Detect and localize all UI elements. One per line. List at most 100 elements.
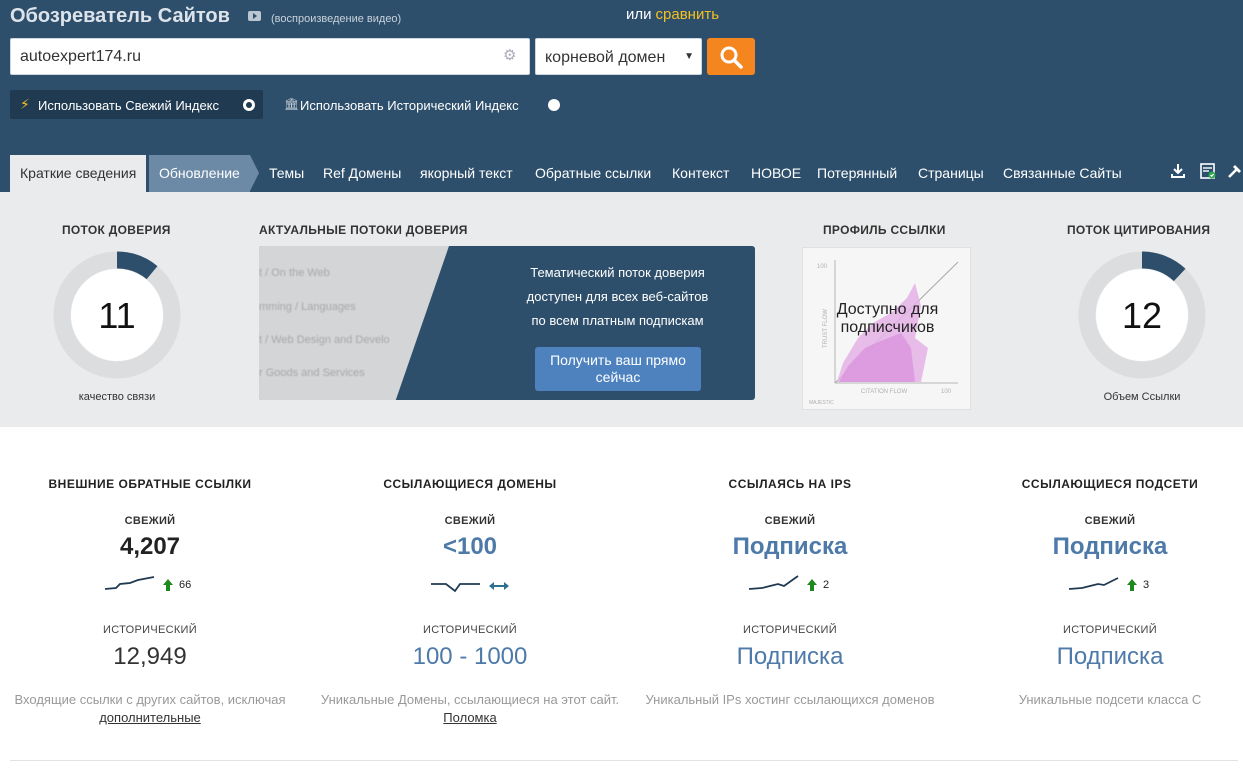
compare-link[interactable]: сравнить (656, 6, 720, 23)
lightning-icon: ⚡ (20, 96, 30, 112)
metric-referring-ips: ССЫЛАЯСЬ НА IPS СВЕЖИЙ Подписка 2 ИСТОРИ… (640, 427, 940, 747)
metric-description: Уникальные Домены, ссылающиеся на этот с… (320, 691, 620, 727)
metric-historic-value: 12,949 (113, 643, 187, 670)
metric-historic-value[interactable]: 100 - 1000 (320, 643, 620, 671)
bank-icon: 🏛 (284, 97, 300, 111)
link-profile-chart[interactable]: 100 100 CITATION FLOW TRUST FLOW MAJESTI… (802, 247, 971, 410)
topical-ghost-line: t / Web Design and Develo (259, 334, 390, 346)
historic-index-label[interactable]: Использовать Исторический Индекс (300, 98, 519, 113)
additional-link[interactable]: дополнительные (99, 710, 201, 725)
video-play-icon[interactable] (248, 11, 261, 21)
topical-ghost-line: mming / Languages (259, 301, 356, 313)
historic-index-option[interactable]: 🏛 Использовать Исторический Индекс (284, 90, 574, 119)
video-link[interactable]: (воспроизведение видео) (271, 13, 401, 25)
scope-select-value[interactable]: корневой домен (545, 49, 665, 67)
tab-lost[interactable]: Потерянный (817, 155, 897, 192)
arrow-up-icon (163, 579, 173, 591)
download-icon[interactable] (1169, 162, 1187, 180)
citation-flow-value: 12 (1121, 295, 1163, 336)
tab-context[interactable]: Контекст (672, 155, 729, 192)
sparkline-chart (104, 576, 155, 590)
metric-fresh-label: СВЕЖИЙ (1084, 515, 1136, 527)
topical-trust-box: t / On the Web mming / Languages t / Web… (259, 246, 755, 400)
metric-fresh-value[interactable]: <100 (320, 533, 620, 561)
arrow-both-icon (489, 582, 509, 590)
metric-title: ССЫЛАЯСЬ НА IPS (728, 477, 852, 491)
topical-message: Тематический поток доверия доступен для … (495, 261, 740, 333)
metric-backlinks: ВНЕШНИЕ ОБРАТНЫЕ ССЫЛКИ СВЕЖИЙ 4,207 66 … (0, 427, 300, 747)
summary-band: ПОТОК ДОВЕРИЯ 11 качество связи АКТУАЛЬН… (0, 192, 1243, 427)
metric-subnets: ССЫЛАЮЩИЕСЯ ПОДСЕТИ СВЕЖИЙ Подписка 3 ИС… (960, 427, 1243, 747)
citation-flow-caption: Объем Ссылки (1103, 391, 1181, 403)
tab-pages[interactable]: Страницы (918, 155, 984, 192)
sparkline-chart (431, 583, 480, 593)
metric-historic-label: ИСТОРИЧЕСКИЙ (1063, 624, 1157, 636)
or-label: или (626, 6, 652, 23)
arrow-up-icon (1127, 579, 1137, 591)
historic-index-radio[interactable] (548, 99, 560, 111)
tab-topics[interactable]: Темы (269, 155, 304, 192)
metric-historic-value[interactable]: Подписка (640, 643, 940, 671)
metric-fresh-value[interactable]: Подписка (960, 533, 1243, 561)
tab-anchor-text[interactable]: якорный текст (420, 155, 513, 192)
profile-x-max: 100 (941, 389, 952, 395)
metric-delta: 3 (1143, 579, 1150, 591)
tab-update[interactable]: Обновление (149, 155, 259, 192)
sparkline-chart (1068, 577, 1119, 590)
topical-message-line: доступен для всех веб-сайтов (526, 289, 709, 304)
tab-summary[interactable]: Краткие сведения (10, 155, 147, 192)
metric-delta: 66 (179, 579, 192, 591)
trust-flow-title: ПОТОК ДОВЕРИЯ (62, 223, 171, 237)
majestic-logo: MAJESTIC (809, 400, 834, 406)
metric-description-text: Входящие ссылки с других сайтов, исключа… (14, 692, 286, 707)
tab-related-sites[interactable]: Связанные Сайты (1003, 155, 1122, 192)
metric-fresh-label: СВЕЖИЙ (444, 515, 496, 527)
trust-flow-gauge: 11 (53, 251, 181, 379)
metric-title: ССЫЛАЮЩИЕСЯ ДОМЕНЫ (383, 477, 557, 491)
search-input[interactable]: autoexpert174.ru ⚙ (10, 38, 530, 75)
tools-icon[interactable] (1226, 162, 1243, 180)
metric-fresh-label: СВЕЖИЙ (124, 515, 176, 527)
trust-flow-caption: качество связи (78, 391, 156, 403)
get-it-now-button[interactable]: Получить ваш прямо сейчас (535, 347, 701, 391)
compare-prompt: или сравнить (626, 6, 719, 23)
report-icon[interactable] (1199, 162, 1217, 180)
metric-description: Уникальный IPs хостинг ссылающихся домен… (645, 692, 935, 707)
nav-tabs: Краткие сведения Обновление Темы Ref Дом… (10, 155, 1243, 192)
sparkline-chart (748, 575, 799, 590)
profile-y-max: 100 (817, 264, 828, 270)
metric-fresh-label: СВЕЖИЙ (764, 515, 816, 527)
metric-historic-label: ИСТОРИЧЕСКИЙ (103, 624, 197, 636)
metric-description-text: Уникальные Домены, ссылающиеся на этот с… (320, 692, 620, 707)
search-button[interactable] (707, 38, 755, 75)
metric-fresh-value: 4,207 (119, 533, 181, 560)
tab-ref-domains[interactable]: Ref Домены (323, 155, 401, 192)
search-icon (720, 46, 743, 69)
fresh-index-option[interactable]: ⚡ Использовать Свежий Индекс (10, 90, 263, 119)
search-input-value[interactable]: autoexpert174.ru (20, 48, 141, 66)
fresh-index-radio[interactable] (243, 99, 255, 111)
trust-flow-value: 11 (98, 295, 136, 336)
scope-select[interactable]: корневой домен ▼ (535, 38, 702, 75)
metric-description: Уникальные подсети класса С (1018, 692, 1202, 707)
metric-description: Входящие ссылки с других сайтов, исключа… (0, 691, 300, 727)
top-header: Обозреватель Сайтов (воспроизведение вид… (0, 0, 1243, 192)
fresh-index-label[interactable]: Использовать Свежий Индекс (38, 98, 219, 113)
breakdown-link[interactable]: Поломка (443, 710, 496, 725)
profile-x-label: CITATION FLOW (861, 389, 907, 395)
topical-message-line: по всем платным подпискам (531, 313, 704, 328)
app-title: Обозреватель Сайтов (10, 5, 230, 27)
metric-delta: 2 (823, 579, 830, 591)
citation-flow-title: ПОТОК ЦИТИРОВАНИЯ (1067, 223, 1211, 237)
metric-title: ВНЕШНИЕ ОБРАТНЫЕ ССЫЛКИ (48, 477, 252, 491)
metric-historic-label: ИСТОРИЧЕСКИЙ (743, 624, 837, 636)
metric-fresh-value[interactable]: Подписка (640, 533, 940, 561)
subscribers-only-overlay: Доступно для подписчиков (836, 301, 939, 336)
gear-icon[interactable]: ⚙ (503, 48, 517, 63)
metric-historic-label: ИСТОРИЧЕСКИЙ (423, 624, 517, 636)
metric-title: ССЫЛАЮЩИЕСЯ ПОДСЕТИ (1021, 477, 1199, 491)
tab-new[interactable]: НОВОЕ (751, 155, 801, 192)
dropdown-caret-icon[interactable]: ▼ (684, 51, 694, 62)
metric-historic-value[interactable]: Подписка (960, 643, 1243, 671)
tab-backlinks[interactable]: Обратные ссылки (535, 155, 651, 192)
